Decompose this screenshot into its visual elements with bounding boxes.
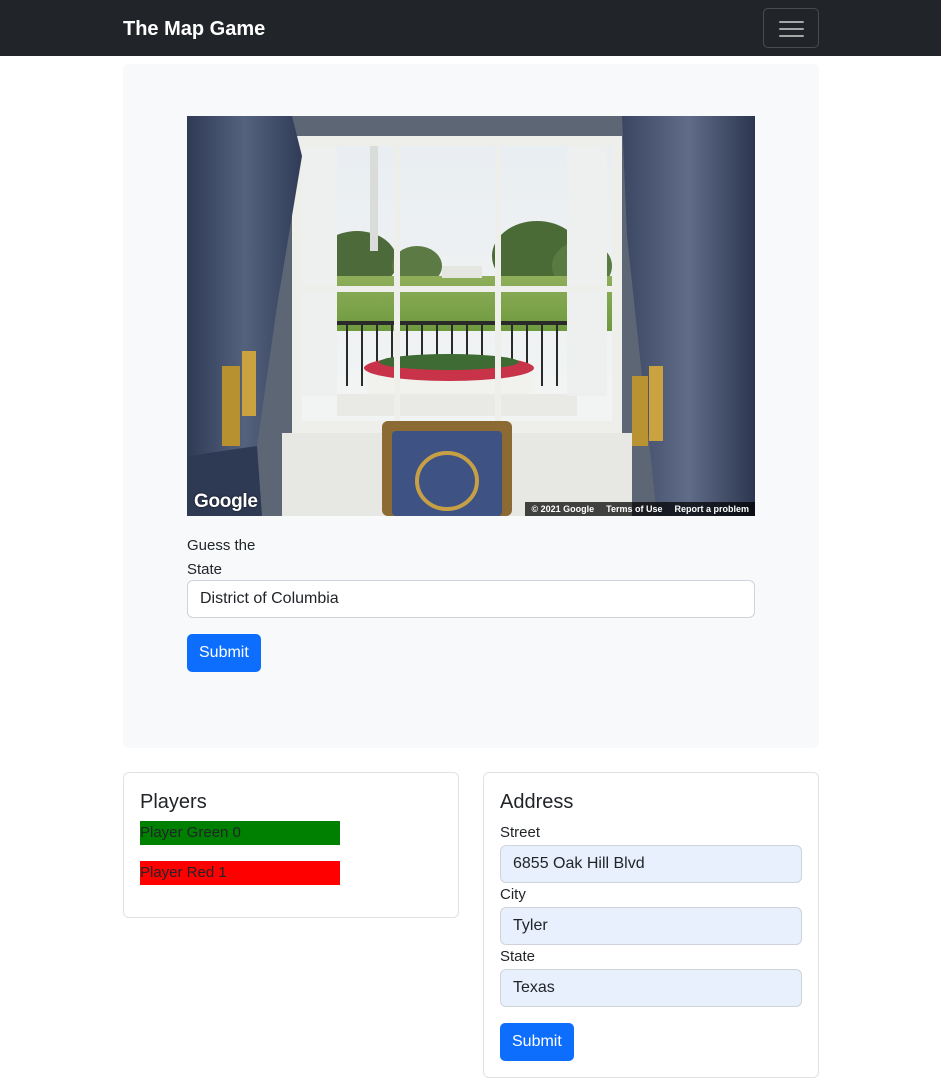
city-input[interactable]: [500, 907, 802, 945]
street-label: Street: [500, 824, 541, 841]
guess-state-label: Guess the State: [187, 537, 256, 578]
city-label: City: [500, 886, 526, 903]
navbar: The Map Game: [0, 0, 941, 56]
street-view-attribution: © 2021 Google Terms of Use Report a prob…: [525, 502, 755, 516]
player-green-bar: Player Green 0: [140, 821, 340, 845]
navbar-brand[interactable]: The Map Game: [123, 17, 265, 41]
guess-state-input[interactable]: [187, 580, 755, 618]
navbar-toggler-button[interactable]: [763, 8, 819, 48]
copyright-text: © 2021 Google: [531, 504, 595, 514]
terms-of-use-link[interactable]: Terms of Use: [606, 502, 662, 516]
guess-submit-button[interactable]: Submit: [187, 634, 261, 672]
street-view-panorama[interactable]: Google © 2021 Google Terms of Use Report…: [187, 116, 755, 516]
players-title: Players: [140, 791, 207, 813]
street-view-image: [187, 116, 755, 516]
street-input[interactable]: [500, 845, 802, 883]
state-label: State: [500, 948, 536, 965]
player-red-bar: Player Red 1: [140, 861, 340, 885]
report-problem-link[interactable]: Report a problem: [674, 502, 749, 516]
address-title: Address: [500, 791, 574, 813]
address-submit-button[interactable]: Submit: [500, 1023, 574, 1061]
google-logo: Google: [194, 491, 258, 512]
state-input[interactable]: [500, 969, 802, 1007]
